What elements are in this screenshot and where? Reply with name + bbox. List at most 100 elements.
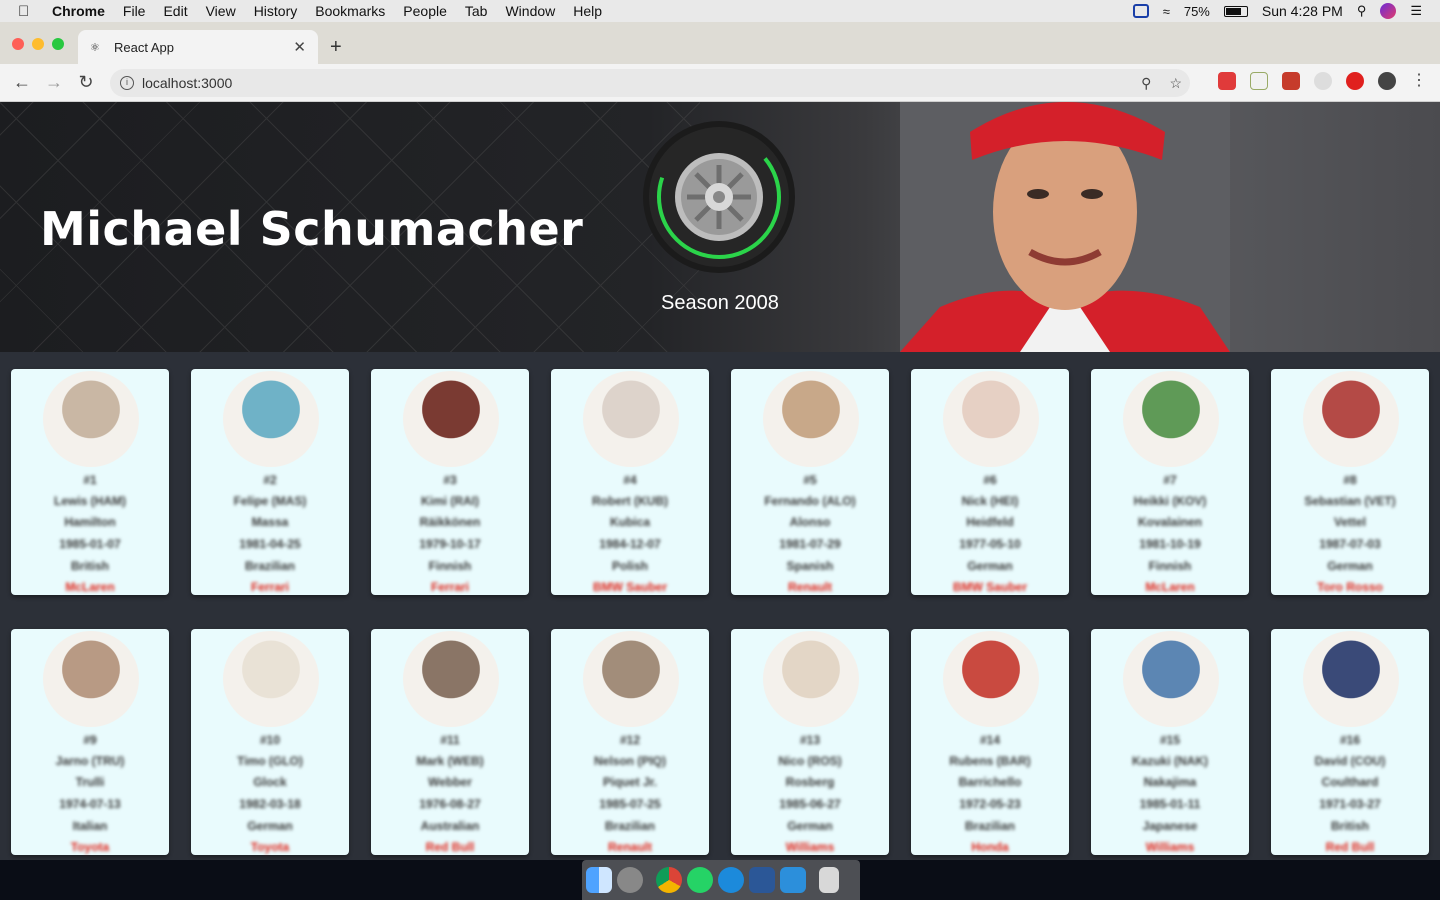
driver-name: Fernando (ALO) [764, 494, 856, 508]
driver-dob: 1972-05-23 [959, 797, 1021, 811]
driver-team: Renault [787, 580, 832, 594]
driver-photo [763, 371, 859, 467]
driver-surname: Coulthard [1321, 775, 1379, 789]
driver-card[interactable]: #15 Kazuki (NAK) Nakajima 1985-01-11 Japanes… [1091, 629, 1249, 855]
launchpad-icon[interactable] [617, 867, 643, 893]
driver-name: Mark (WEB) [416, 754, 484, 768]
new-tab-button[interactable]: + [330, 36, 342, 59]
driver-team: Honda [971, 840, 1009, 854]
vscode-icon[interactable] [780, 867, 806, 893]
menu-file[interactable]: File [123, 3, 146, 19]
driver-team: Williams [1145, 840, 1195, 854]
driver-nationality: Polish [611, 559, 648, 573]
menu-bookmarks[interactable]: Bookmarks [315, 3, 385, 19]
driver-number: #11 [440, 733, 460, 747]
driver-dob: 1981-10-19 [1139, 537, 1201, 551]
clock[interactable]: Sun 4:28 PM [1262, 3, 1343, 19]
driver-nationality: German [787, 819, 833, 833]
teamviewer-icon[interactable] [718, 867, 744, 893]
battery-icon[interactable] [1223, 5, 1248, 17]
driver-dob: 1985-07-25 [599, 797, 661, 811]
menu-window[interactable]: Window [505, 3, 555, 19]
driver-name: Nelson (PIQ) [593, 754, 666, 768]
driver-nationality: Brazilian [244, 559, 295, 573]
driver-card[interactable]: #4 Robert (KUB) Kubica 1984-12-07 Polish BMW … [551, 369, 709, 595]
extension-face-icon[interactable] [1314, 72, 1332, 90]
driver-name: Kazuki (NAK) [1131, 754, 1208, 768]
driver-card[interactable]: #1 Lewis (HAM) Hamilton 1985-01-07 British Mc… [11, 369, 169, 595]
site-info-icon[interactable]: i [120, 76, 134, 90]
close-window-button[interactable] [12, 38, 24, 50]
driver-card[interactable]: #12 Nelson (PIQ) Piquet Jr. 1985-07-25 Brazi… [551, 629, 709, 855]
driver-nationality: Australian [420, 819, 480, 833]
chrome-menu-icon[interactable]: ⋮ [1410, 72, 1428, 90]
word-icon[interactable] [749, 867, 775, 893]
driver-number: #8 [1343, 473, 1357, 487]
forward-button[interactable]: → [38, 72, 70, 93]
url-text[interactable]: localhost:3000 [142, 75, 232, 91]
driver-card[interactable]: #16 David (COU) Coulthard 1971-03-27 British… [1271, 629, 1429, 855]
driver-photo [223, 371, 319, 467]
driver-card[interactable]: #8 Sebastian (VET) Vettel 1987-07-03 German T… [1271, 369, 1429, 595]
driver-photo [943, 631, 1039, 727]
browser-tab-bar: ⚛ React App ✕ + [0, 22, 1440, 64]
spotlight-search-icon[interactable]: ⚲ [1357, 3, 1367, 19]
driver-name-heading: Michael Schumacher [40, 202, 584, 256]
trash-icon[interactable] [819, 867, 839, 893]
reload-button[interactable]: ↻ [70, 72, 102, 93]
extension-json-icon[interactable] [1250, 72, 1268, 90]
tab-react-app[interactable]: ⚛ React App ✕ [78, 30, 318, 64]
driver-nationality: German [247, 819, 293, 833]
profile-avatar-icon[interactable] [1378, 72, 1396, 90]
driver-dob: 1984-12-07 [599, 537, 661, 551]
driver-card[interactable]: #7 Heikki (KOV) Kovalainen 1981-10-19 Finnis… [1091, 369, 1249, 595]
minimize-window-button[interactable] [32, 38, 44, 50]
driver-card[interactable]: #5 Fernando (ALO) Alonso 1981-07-29 Spanish R… [731, 369, 889, 595]
close-tab-icon[interactable]: ✕ [293, 38, 306, 56]
menu-tab[interactable]: Tab [465, 3, 488, 19]
driver-surname: Massa [251, 515, 289, 529]
driver-card[interactable]: #9 Jarno (TRU) Trulli 1974-07-13 Italian Toyo… [11, 629, 169, 855]
driver-card-grid: #1 Lewis (HAM) Hamilton 1985-01-07 British Mc… [0, 352, 1440, 860]
extension-red-shield-icon[interactable] [1346, 72, 1364, 90]
wifi-icon[interactable]: ≈ [1163, 4, 1170, 19]
zoom-icon[interactable]: ⚲ [1141, 75, 1151, 92]
teamviewer-status-icon[interactable] [1132, 4, 1149, 18]
driver-card[interactable]: #3 Kimi (RAI) Räikkönen 1979-10-17 Finnish Fe… [371, 369, 529, 595]
menu-view[interactable]: View [206, 3, 236, 19]
driver-surname: Nakajima [1143, 775, 1197, 789]
driver-nationality: Brazilian [964, 819, 1015, 833]
driver-card[interactable]: #10 Timo (GLO) Glock 1982-03-18 German Toyota [191, 629, 349, 855]
driver-photo [583, 631, 679, 727]
zoom-window-button[interactable] [52, 38, 64, 50]
bookmark-star-icon[interactable]: ☆ [1169, 75, 1182, 92]
chrome-icon[interactable] [656, 867, 682, 893]
menu-history[interactable]: History [254, 3, 298, 19]
driver-team: Red Bull [425, 840, 475, 854]
driver-name: Heikki (KOV) [1133, 494, 1207, 508]
menu-edit[interactable]: Edit [163, 3, 187, 19]
driver-card[interactable]: #11 Mark (WEB) Webber 1976-08-27 Australian R… [371, 629, 529, 855]
driver-photo [403, 631, 499, 727]
menu-app-chrome[interactable]: Chrome [52, 3, 105, 19]
notification-center-icon[interactable]: ☰ [1410, 3, 1422, 19]
driver-dob: 1971-03-27 [1319, 797, 1381, 811]
extension-pixel-icon[interactable] [1282, 72, 1300, 90]
menubar-status-area: ≈ 75% Sun 4:28 PM ⚲ ☰ [1132, 0, 1422, 22]
driver-surname: Barrichello [958, 775, 1022, 789]
whatsapp-icon[interactable] [687, 867, 713, 893]
siri-icon[interactable] [1380, 3, 1397, 19]
driver-card[interactable]: #2 Felipe (MAS) Massa 1981-04-25 Brazilian Fe… [191, 369, 349, 595]
driver-card[interactable]: #14 Rubens (BAR) Barrichello 1972-05-23 Braz… [911, 629, 1069, 855]
finder-icon[interactable] [586, 867, 612, 893]
menu-people[interactable]: People [403, 3, 447, 19]
driver-card[interactable]: #13 Nico (ROS) Rosberg 1985-06-27 German Will… [731, 629, 889, 855]
extension-red-play-icon[interactable] [1218, 72, 1236, 90]
driver-card[interactable]: #6 Nick (HEI) Heidfeld 1977-05-10 German BMW … [911, 369, 1069, 595]
driver-name: Lewis (HAM) [54, 494, 126, 508]
back-button[interactable]: ← [6, 72, 38, 93]
driver-name: Robert (KUB) [592, 494, 668, 508]
menu-help[interactable]: Help [573, 3, 602, 19]
address-bar[interactable]: i localhost:3000 ⚲ ☆ [110, 69, 1190, 97]
apple-menu-icon[interactable]:  [18, 3, 36, 20]
